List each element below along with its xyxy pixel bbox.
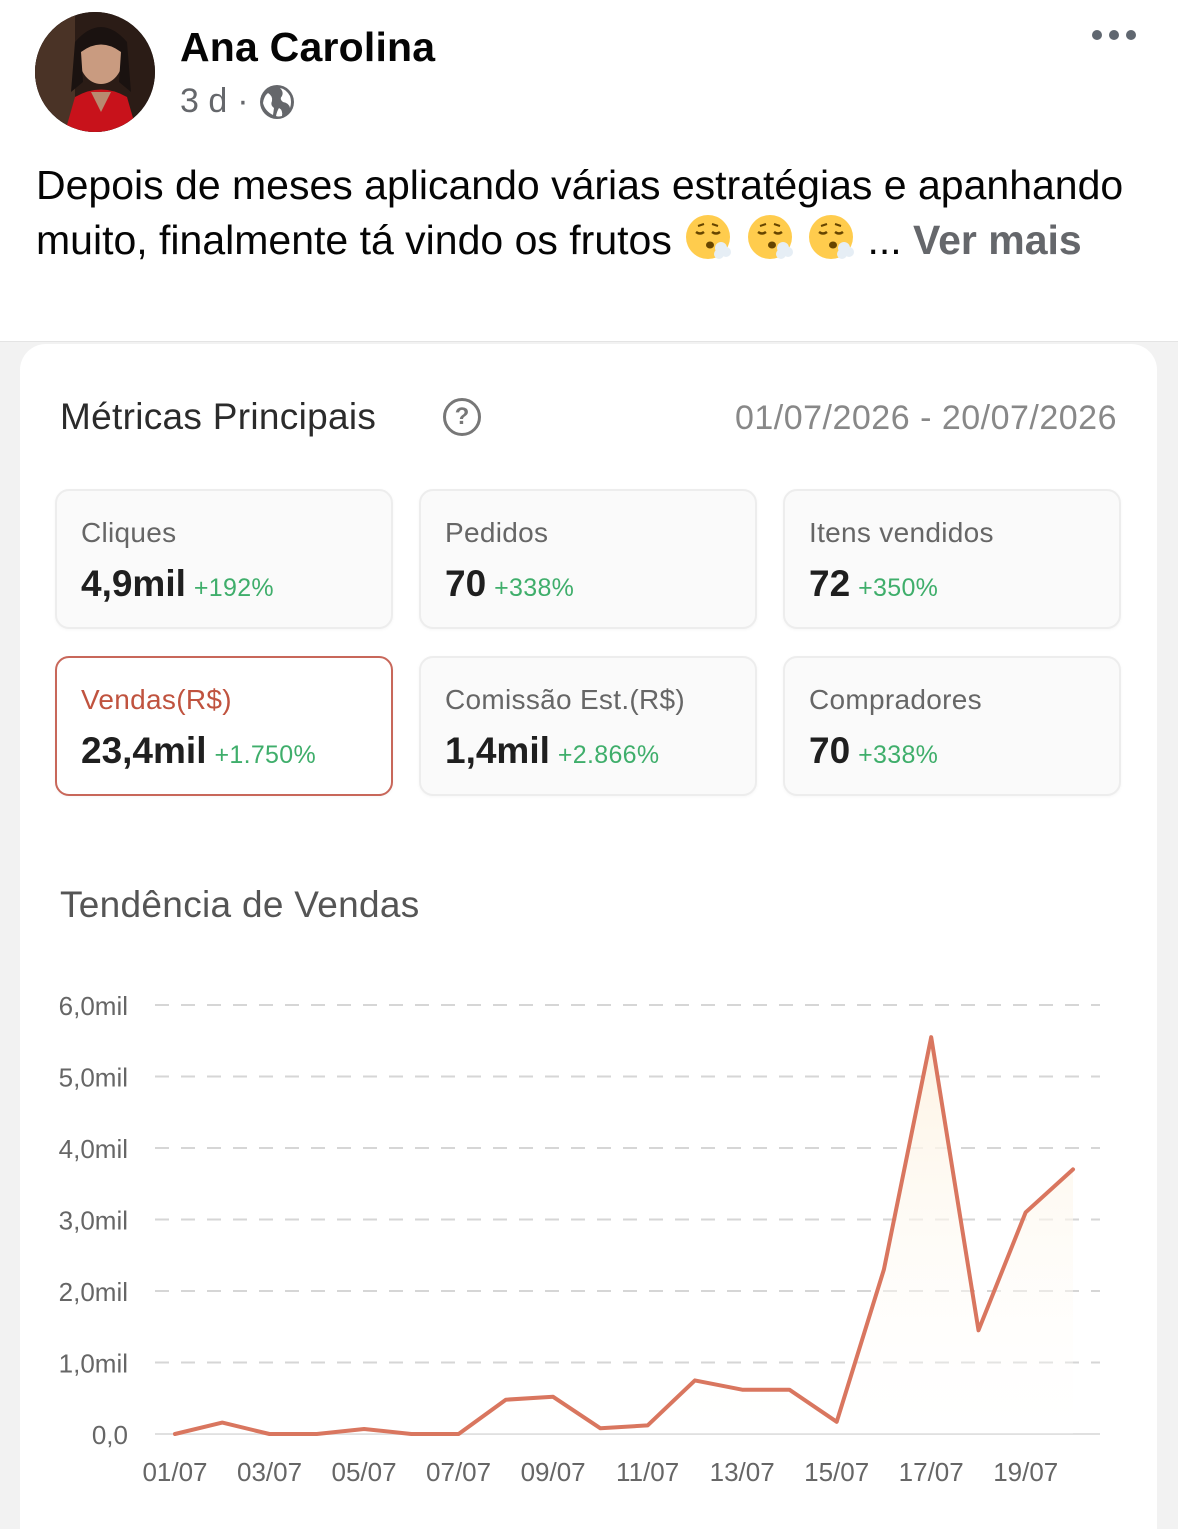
metric-delta: +1.750% xyxy=(214,741,316,769)
more-options-button[interactable] xyxy=(1092,30,1136,40)
x-tick-label: 05/07 xyxy=(332,1457,397,1487)
metric-value: 4,9mil xyxy=(81,563,186,604)
dot-icon xyxy=(1126,30,1136,40)
y-tick-label: 3,0mil xyxy=(59,1206,128,1236)
help-icon: ? xyxy=(443,398,481,436)
x-tick-label: 11/07 xyxy=(616,1457,679,1487)
metric-label: Vendas(R$) xyxy=(81,684,232,715)
post-time[interactable]: 3 d xyxy=(180,82,227,121)
metrics-title: Métricas Principais xyxy=(60,396,377,437)
face-exhaling-emoji xyxy=(686,215,732,259)
face-exhaling-emoji xyxy=(809,215,855,259)
y-tick-label: 6,0mil xyxy=(59,991,128,1021)
metric-card-cliques: Cliques 4,9mil +192% xyxy=(55,489,393,629)
x-tick-label: 01/07 xyxy=(142,1457,207,1487)
metric-label: Cliques xyxy=(81,517,177,548)
x-tick-label: 03/07 xyxy=(237,1457,302,1487)
metric-value: 1,4mil xyxy=(445,730,550,771)
x-tick-label: 07/07 xyxy=(426,1457,491,1487)
metric-value: 70 xyxy=(445,563,487,604)
dot-icon xyxy=(1092,30,1102,40)
date-range: 01/07/2026 - 20/07/2026 xyxy=(734,399,1117,437)
x-tick-label: 17/07 xyxy=(899,1457,964,1487)
see-more-link[interactable]: Ver mais xyxy=(913,217,1082,263)
metric-delta: +338% xyxy=(494,574,575,602)
metric-label: Itens vendidos xyxy=(809,517,994,548)
metric-label: Comissão Est.(R$) xyxy=(445,684,686,715)
dot-icon xyxy=(1109,30,1119,40)
metric-value: 23,4mil xyxy=(81,730,207,771)
y-axis-ticks: 0,0 1,0mil 2,0mil 3,0mil 4,0mil 5,0mil 6,0mil xyxy=(59,991,128,1450)
chart-series xyxy=(173,1035,1075,1436)
metric-card-vendas: Vendas(R$) 23,4mil +1.750% xyxy=(55,656,393,796)
metric-card-compradores: Compradores 70 +338% xyxy=(783,656,1121,796)
x-tick-label: 13/07 xyxy=(710,1457,775,1487)
metric-value: 70 xyxy=(809,730,851,771)
trend-title: Tendência de Vendas xyxy=(60,884,420,925)
x-tick-label: 15/07 xyxy=(804,1457,869,1487)
avatar[interactable] xyxy=(35,12,155,132)
face-exhaling-emoji xyxy=(747,215,793,259)
x-tick-label: 09/07 xyxy=(521,1457,586,1487)
y-tick-label: 1,0mil xyxy=(59,1349,128,1379)
x-tick-label: 19/07 xyxy=(993,1457,1058,1487)
globe-icon[interactable] xyxy=(259,84,295,120)
y-tick-label: 0,0 xyxy=(92,1420,128,1450)
metric-label: Pedidos xyxy=(445,517,549,548)
post-image[interactable]: Métricas Principais ? 01/07/2026 - 20/07… xyxy=(0,341,1178,1529)
metric-value: 72 xyxy=(809,563,851,604)
y-tick-label: 5,0mil xyxy=(59,1063,128,1093)
metric-delta: +2.866% xyxy=(557,741,660,769)
author-name[interactable]: Ana Carolina xyxy=(180,24,435,71)
y-tick-label: 4,0mil xyxy=(59,1134,128,1164)
y-tick-label: 2,0mil xyxy=(59,1277,128,1307)
avatar-photo xyxy=(35,12,155,132)
metric-delta: +350% xyxy=(858,574,939,602)
x-axis-ticks: 01/07 03/07 05/07 07/07 09/07 11/07 13/07 15/07… xyxy=(142,1457,1058,1487)
metric-delta: +338% xyxy=(858,741,939,769)
sales-area xyxy=(175,1037,1073,1434)
metric-delta: +192% xyxy=(193,574,274,602)
meta-separator: · xyxy=(237,82,249,120)
metric-label: Compradores xyxy=(809,684,982,715)
metric-card-pedidos: Pedidos 70 +338% xyxy=(419,489,757,629)
post-text: Depois de meses aplicando várias estraté… xyxy=(36,158,1146,267)
metric-card-comissao: Comissão Est.(R$) 1,4mil +2.866% xyxy=(419,656,757,796)
metrics-card: Métricas Principais ? 01/07/2026 - 20/07… xyxy=(20,344,1157,1529)
sales-trend-chart: 0,01,0mil2,0mil3,0mil4,0mil5,0mil6,0mil … xyxy=(59,991,1100,1487)
post-meta: 3 d · xyxy=(180,82,295,121)
metric-card-itens-vendidos: Itens vendidos 72 +350% xyxy=(783,489,1121,629)
ellipsis: ... xyxy=(867,217,902,263)
